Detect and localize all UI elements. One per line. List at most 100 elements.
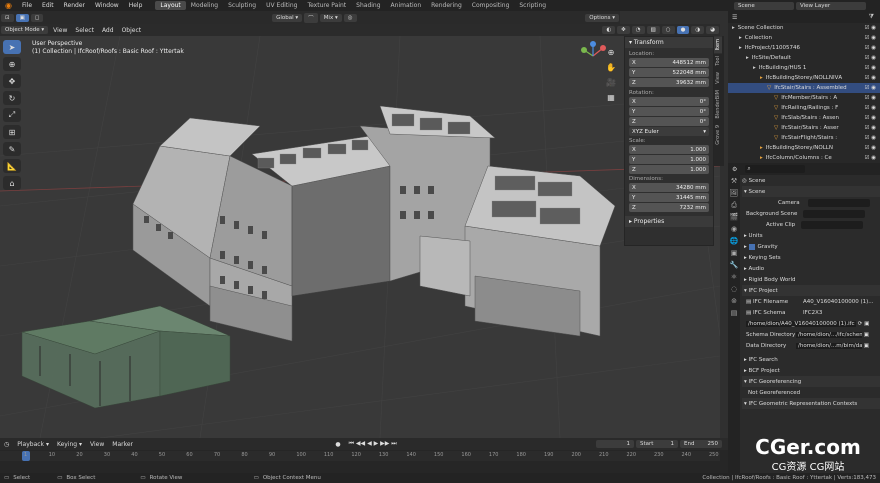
tab-shading[interactable]: Shading: [351, 1, 385, 10]
zoom-icon[interactable]: ⊕: [604, 46, 618, 58]
units-section[interactable]: ▸ Units: [742, 230, 880, 241]
outliner-item[interactable]: ▸ IfcProject/11005746 ☑ ◉: [728, 43, 880, 53]
rotation-z-field[interactable]: Z 0°: [629, 117, 709, 126]
select-mode-icon[interactable]: ▣: [15, 13, 29, 22]
bcf-project-section[interactable]: ▸ BCF Project: [742, 365, 880, 376]
dimensions-z-field[interactable]: Z 7232 mm: [629, 203, 709, 212]
tab-blenderbim[interactable]: BlenderBIM: [714, 87, 722, 122]
background-scene-field[interactable]: [803, 209, 866, 218]
outliner-item[interactable]: ▸ IfcColumn/Columns : Ce ☑ ◉: [728, 153, 880, 163]
ifc-georef-section[interactable]: ▾ IFC Georeferencing: [742, 376, 880, 387]
filter-icon[interactable]: ⧩: [869, 13, 874, 21]
rotation-x-field[interactable]: X 0°: [629, 97, 709, 106]
overlay-icon[interactable]: ◔: [631, 26, 645, 34]
snap-icon[interactable]: ⌒: [304, 12, 318, 23]
location-x-field[interactable]: X 448512 mm: [629, 58, 709, 67]
active-clip-field[interactable]: [801, 220, 864, 229]
audio-section[interactable]: ▸ Audio: [742, 263, 880, 274]
visibility-checkbox-icon[interactable]: ☑ ◉: [865, 55, 876, 61]
visibility-checkbox-icon[interactable]: ☑ ◉: [865, 45, 876, 51]
menu-file[interactable]: File: [17, 2, 37, 9]
annotate-tool-icon[interactable]: ✎: [3, 142, 21, 156]
visibility-icon[interactable]: ◐: [602, 26, 616, 34]
gravity-row[interactable]: ▸ Gravity: [742, 241, 880, 252]
current-frame-field[interactable]: 1: [596, 440, 634, 448]
menu-view[interactable]: View: [49, 27, 71, 34]
tab-sculpting[interactable]: Sculpting: [223, 1, 261, 10]
menu-add[interactable]: Add: [98, 27, 118, 34]
ifc-geom-contexts-section[interactable]: ▾ IFC Geometric Representation Contexts: [742, 398, 880, 409]
scene-selector[interactable]: Scene: [734, 1, 794, 10]
visibility-checkbox-icon[interactable]: ☑ ◉: [865, 65, 876, 71]
visibility-checkbox-icon[interactable]: ☑ ◉: [865, 95, 876, 101]
rigid-body-section[interactable]: ▸ Rigid Body World: [742, 274, 880, 285]
tab-layout[interactable]: Layout: [155, 1, 186, 10]
rotation-mode-dropdown[interactable]: XYZ Euler ▾: [629, 127, 709, 136]
scale-tool-icon[interactable]: ⤢: [3, 108, 21, 122]
timeline-ruler[interactable]: 1 10 20 30 40 50 60 70 80 90 100 110 120 130 140 150 160…: [0, 451, 720, 461]
shading-solid-icon[interactable]: ●: [676, 26, 690, 34]
tab-item[interactable]: Item: [714, 36, 722, 54]
properties-editor-icon[interactable]: ⚙: [732, 166, 737, 173]
outliner-item[interactable]: ▽ IfcStair/Stairs : Assembled ☑ ◉: [728, 83, 880, 93]
outliner-item[interactable]: ▸ IfcBuildingStorey/NOLLN ☑ ◉: [728, 143, 880, 153]
outliner-item[interactable]: ▸ Scene Collection ☑ ◉: [728, 23, 880, 33]
tab-tool[interactable]: Tool: [714, 53, 722, 69]
measure-tool-icon[interactable]: 📐: [3, 159, 21, 173]
dimensions-x-field[interactable]: X 34280 mm: [629, 183, 709, 192]
view-layer-selector[interactable]: View Layer: [796, 1, 866, 10]
perspective-grid-icon[interactable]: ▦: [604, 91, 618, 103]
transform-tool-icon[interactable]: ⊞: [3, 125, 21, 139]
menu-object[interactable]: Object: [118, 27, 146, 34]
outliner-item[interactable]: ▽ IfcSlab/Stairs : Assen ☑ ◉: [728, 113, 880, 123]
menu-window[interactable]: Window: [90, 2, 124, 9]
select-box-tool-icon[interactable]: ➤: [3, 40, 21, 54]
data-dir-field[interactable]: /home/dion/...m/bim/data/: [796, 342, 862, 349]
cad-tool-icon[interactable]: ⌂: [3, 176, 21, 190]
scale-y-field[interactable]: Y 1.000: [629, 155, 709, 164]
visibility-checkbox-icon[interactable]: ☑ ◉: [865, 75, 876, 81]
outliner-item[interactable]: ▽ IfcStairFlight/Stairs : ☑ ◉: [728, 133, 880, 143]
menu-keying[interactable]: Keying ▾: [53, 441, 86, 448]
location-y-field[interactable]: Y 522048 mm: [629, 68, 709, 77]
folder-icon[interactable]: ▣: [862, 321, 869, 327]
visibility-checkbox-icon[interactable]: ☑ ◉: [865, 85, 876, 91]
menu-select[interactable]: Select: [71, 27, 98, 34]
visibility-checkbox-icon[interactable]: ☑ ◉: [865, 105, 876, 111]
proportional-edit-icon[interactable]: ◎: [343, 13, 357, 22]
playback-controls[interactable]: ⏮ ◀◀ ◀ ▶ ▶▶ ⏭: [345, 440, 401, 448]
select-box-icon[interactable]: ◻: [30, 13, 44, 22]
shading-render-icon[interactable]: ◕: [706, 26, 719, 34]
move-tool-icon[interactable]: ✥: [3, 74, 21, 88]
outliner-item[interactable]: ▽ IfcRailing/Railings : F ☑ ◉: [728, 103, 880, 113]
tab-scripting[interactable]: Scripting: [514, 1, 551, 10]
pan-hand-icon[interactable]: ✋: [604, 61, 618, 73]
camera-field[interactable]: [807, 198, 870, 207]
properties-section-header[interactable]: ▸ Properties: [625, 216, 713, 227]
location-z-field[interactable]: Z 39632 mm: [629, 78, 709, 87]
transform-orientation-dropdown[interactable]: Global ▾: [272, 13, 303, 22]
timeline-editor-icon[interactable]: ◷: [0, 441, 13, 448]
tab-uv-editing[interactable]: UV Editing: [261, 1, 302, 10]
menu-timeline-view[interactable]: View: [86, 441, 108, 448]
visibility-checkbox-icon[interactable]: ☑ ◉: [865, 145, 876, 151]
menu-help[interactable]: Help: [124, 2, 148, 9]
pivot-dropdown[interactable]: Mix ▾: [319, 13, 342, 22]
transform-section-header[interactable]: ▾ Transform: [625, 37, 713, 48]
tab-animation[interactable]: Animation: [386, 1, 427, 10]
visibility-checkbox-icon[interactable]: ☑ ◉: [865, 25, 876, 31]
cursor-tool-icon[interactable]: ⊕: [3, 57, 21, 71]
end-frame-field[interactable]: End 250: [680, 440, 722, 448]
ifc-project-section[interactable]: ▾ IFC Project: [742, 285, 880, 296]
start-frame-field[interactable]: Start 1: [636, 440, 678, 448]
visibility-checkbox-icon[interactable]: ☑ ◉: [865, 135, 876, 141]
options-dropdown[interactable]: Options ▾: [585, 13, 620, 22]
tab-modeling[interactable]: Modeling: [186, 1, 223, 10]
outliner-item[interactable]: ▸ IfcSite/Default ☑ ◉: [728, 53, 880, 63]
scale-z-field[interactable]: Z 1.000: [629, 165, 709, 174]
blender-logo-icon[interactable]: ◉: [0, 1, 17, 10]
gizmo-icon[interactable]: ✥: [617, 26, 630, 34]
visibility-checkbox-icon[interactable]: ☑ ◉: [865, 155, 876, 161]
folder-icon[interactable]: ▣: [862, 343, 869, 349]
tab-texture-paint[interactable]: Texture Paint: [302, 1, 351, 10]
